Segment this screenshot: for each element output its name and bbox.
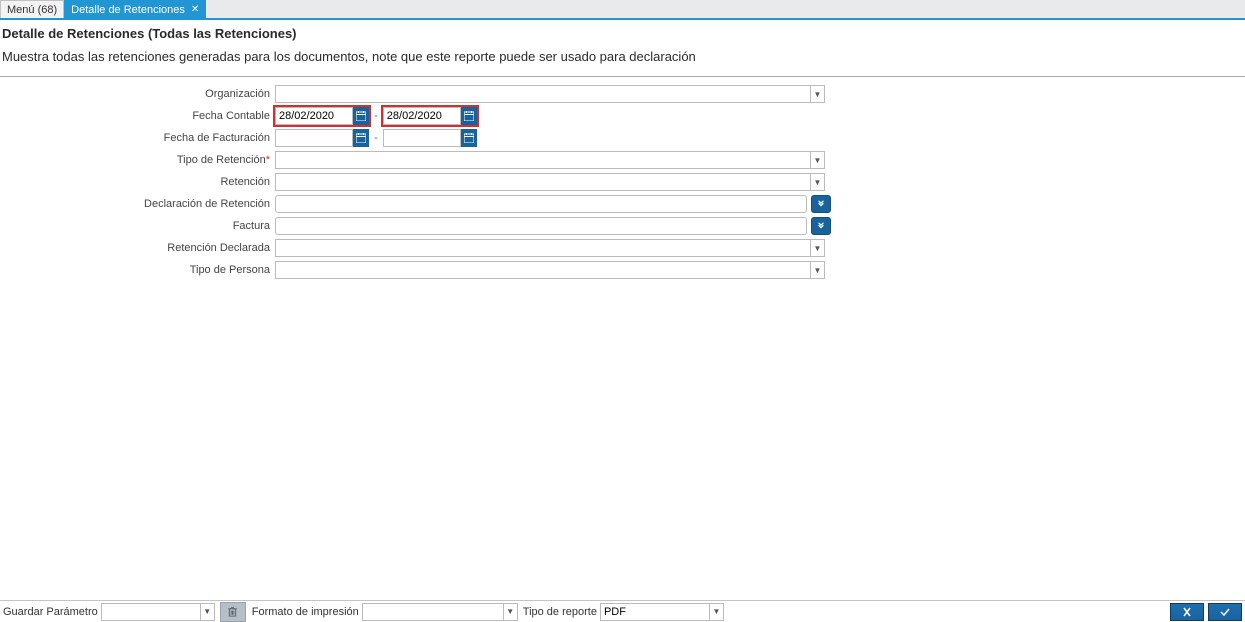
- fecha-facturacion-to-input[interactable]: [383, 129, 461, 147]
- x-icon: [1180, 607, 1194, 617]
- delete-button[interactable]: [220, 602, 246, 622]
- declaracion-retencion-field[interactable]: [275, 195, 831, 213]
- fecha-contable-to-input[interactable]: [383, 107, 461, 125]
- label-fecha-facturacion: Fecha de Facturación: [0, 132, 275, 144]
- calendar-icon[interactable]: [353, 107, 369, 125]
- tab-active-label: Detalle de Retenciones: [71, 4, 185, 16]
- fecha-contable-from-input[interactable]: [275, 107, 353, 125]
- close-icon[interactable]: ✕: [191, 4, 199, 15]
- factura-input[interactable]: [275, 217, 807, 235]
- date-separator: -: [374, 132, 378, 144]
- check-icon: [1218, 607, 1232, 617]
- tipo-retencion-input[interactable]: [275, 151, 811, 169]
- chevron-down-icon[interactable]: ▼: [811, 239, 825, 257]
- label-retencion-declarada: Retención Declarada: [0, 242, 275, 254]
- factura-field[interactable]: [275, 217, 831, 235]
- guardar-parametro-input[interactable]: [101, 603, 201, 621]
- fecha-contable-range: -: [275, 107, 477, 125]
- declaracion-retencion-input[interactable]: [275, 195, 807, 213]
- retencion-input[interactable]: [275, 173, 811, 191]
- fecha-contable-to[interactable]: [383, 107, 477, 125]
- retencion-declarada-combo[interactable]: ▼: [275, 239, 825, 257]
- tab-menu-label: Menú (68): [7, 4, 57, 16]
- chevron-down-icon[interactable]: ▼: [201, 603, 215, 621]
- tab-detalle-retenciones[interactable]: Detalle de Retenciones ✕: [64, 0, 206, 18]
- chevron-down-icon[interactable]: ▼: [811, 151, 825, 169]
- date-separator: -: [374, 110, 378, 122]
- organizacion-input[interactable]: [275, 85, 811, 103]
- fecha-facturacion-from-input[interactable]: [275, 129, 353, 147]
- formato-impresion-input[interactable]: [362, 603, 504, 621]
- guardar-parametro-label: Guardar Parámetro: [3, 606, 98, 618]
- fecha-contable-from[interactable]: [275, 107, 369, 125]
- tab-menu[interactable]: Menú (68): [0, 0, 64, 18]
- lookup-icon[interactable]: [811, 195, 831, 213]
- label-retencion: Retención: [0, 176, 275, 188]
- guardar-parametro-combo[interactable]: ▼: [101, 603, 215, 621]
- chevron-down-icon[interactable]: ▼: [710, 603, 724, 621]
- chevron-down-icon[interactable]: ▼: [811, 173, 825, 191]
- chevron-down-icon[interactable]: ▼: [811, 85, 825, 103]
- cancel-button[interactable]: [1170, 603, 1204, 621]
- tipo-reporte-input[interactable]: [600, 603, 710, 621]
- tipo-persona-combo[interactable]: ▼: [275, 261, 825, 279]
- formato-impresion-combo[interactable]: ▼: [362, 603, 518, 621]
- trash-icon: [227, 606, 238, 617]
- chevron-down-icon[interactable]: ▼: [504, 603, 518, 621]
- calendar-icon[interactable]: [461, 107, 477, 125]
- calendar-icon[interactable]: [353, 129, 369, 147]
- page-title: Detalle de Retenciones (Todas las Retenc…: [0, 20, 1245, 43]
- lookup-icon[interactable]: [811, 217, 831, 235]
- calendar-icon[interactable]: [461, 129, 477, 147]
- page-subtitle: Muestra todas las retenciones generadas …: [0, 43, 1245, 77]
- retencion-declarada-input[interactable]: [275, 239, 811, 257]
- fecha-facturacion-to[interactable]: [383, 129, 477, 147]
- tipo-retencion-combo[interactable]: ▼: [275, 151, 825, 169]
- label-tipo-persona: Tipo de Persona: [0, 264, 275, 276]
- formato-impresion-label: Formato de impresión: [252, 606, 359, 618]
- fecha-facturacion-range: -: [275, 129, 477, 147]
- retencion-combo[interactable]: ▼: [275, 173, 825, 191]
- organizacion-combo[interactable]: ▼: [275, 85, 825, 103]
- form: Organización ▼ Fecha Contable - Fec: [0, 85, 1245, 279]
- label-declaracion-retencion: Declaración de Retención: [0, 198, 275, 210]
- bottom-bar: Guardar Parámetro ▼ Formato de impresión…: [0, 600, 1245, 622]
- tipo-persona-input[interactable]: [275, 261, 811, 279]
- label-fecha-contable: Fecha Contable: [0, 110, 275, 122]
- confirm-button[interactable]: [1208, 603, 1242, 621]
- tipo-reporte-combo[interactable]: ▼: [600, 603, 724, 621]
- label-factura: Factura: [0, 220, 275, 232]
- fecha-facturacion-from[interactable]: [275, 129, 369, 147]
- label-tipo-retencion: Tipo de Retención*: [0, 154, 275, 166]
- label-organizacion: Organización: [0, 88, 275, 100]
- chevron-down-icon[interactable]: ▼: [811, 261, 825, 279]
- tab-strip: Menú (68) Detalle de Retenciones ✕: [0, 0, 1245, 20]
- tipo-reporte-label: Tipo de reporte: [523, 606, 597, 618]
